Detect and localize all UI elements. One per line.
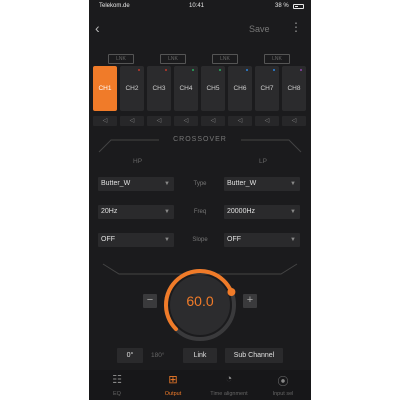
tab-eq[interactable]: ☷ EQ [89,370,145,400]
hp-slope-select[interactable]: OFF ▼ [98,233,174,247]
type-label: Type [193,181,207,187]
speaker-icon[interactable]: ◁ [120,116,144,126]
link-button-3-4[interactable]: LNK [160,54,186,64]
hp-type-select[interactable]: Butter_W ▼ [98,177,174,191]
lp-freq-select[interactable]: 20000Hz ▼ [224,205,300,219]
chevron-down-icon: ▼ [164,209,170,215]
chevron-down-icon: ▼ [290,181,296,187]
clock-icon: ◔ [225,373,233,385]
link-button-5-6[interactable]: LNK [212,54,238,64]
speaker-icon[interactable]: ◁ [174,116,198,126]
decrease-button[interactable]: − [143,294,157,308]
tab-bar: ☷ EQ ⊞ Output ◔ Time alignment ⦿ Input s… [89,370,311,400]
chevron-down-icon: ▼ [290,209,296,215]
status-bar: Telekom.de 10:41 38 % [89,0,311,12]
channel-button-3[interactable]: CH3 [147,66,171,111]
equalizer-icon: ☷ [112,374,122,386]
speaker-icon[interactable]: ◁ [93,116,117,126]
save-button[interactable]: Save [249,24,270,34]
battery-percent: 38 % [275,3,289,9]
channel-color-dot [273,69,275,71]
chevron-down-icon: ▼ [164,181,170,187]
increase-button[interactable]: + [243,294,257,308]
channel-color-dot [219,69,221,71]
phase-0-button[interactable]: 0° [117,348,143,363]
lp-type-select[interactable]: Butter_W ▼ [224,177,300,191]
clock-label: 10:41 [189,3,205,9]
speaker-icon[interactable]: ◁ [255,116,279,126]
speaker-icon[interactable]: ◁ [282,116,306,126]
channel-color-dot [300,69,302,71]
channel-button-1[interactable]: CH1 [93,66,117,111]
speaker-icon[interactable]: ◁ [228,116,252,126]
output-icon: ⊞ [168,374,178,386]
tab-input-sel[interactable]: ⦿ Input sel [255,370,311,400]
tab-time-alignment[interactable]: ◔ Time alignment [201,370,257,400]
channel-color-dot [192,69,194,71]
link-button-1-2[interactable]: LNK [108,54,134,64]
nav-bar: ‹ Save ⋮ [89,18,311,40]
channel-button-6[interactable]: CH6 [228,66,252,111]
input-icon: ⦿ [277,376,289,388]
sub-channel-button[interactable]: Sub Channel [225,348,283,363]
phase-180-button[interactable]: 180° [151,348,164,363]
hp-label: HP [133,158,143,165]
channel-button-7[interactable]: CH7 [255,66,279,111]
slope-label: Slope [192,237,208,243]
channel-button-8[interactable]: CH8 [282,66,306,111]
channel-button-4[interactable]: CH4 [174,66,198,111]
channel-color-dot [138,69,140,71]
speaker-icon[interactable]: ◁ [201,116,225,126]
carrier-label: Telekom.de [99,3,130,9]
lp-slope-select[interactable]: OFF ▼ [224,233,300,247]
chevron-down-icon: ▼ [164,237,170,243]
chevron-down-icon: ▼ [290,237,296,243]
channel-color-dot [246,69,248,71]
channel-color-dot [165,69,167,71]
link-button[interactable]: Link [183,348,217,363]
chevron-left-icon[interactable]: ‹ [95,20,100,36]
crossover-title: CROSSOVER [173,136,227,143]
battery-icon [293,4,304,9]
channel-button-5[interactable]: CH5 [201,66,225,111]
link-button-7-8[interactable]: LNK [264,54,290,64]
freq-label: Freq [193,209,207,215]
more-vertical-icon[interactable]: ⋮ [290,20,302,34]
lp-label: LP [259,158,267,165]
channel-button-2[interactable]: CH2 [120,66,144,111]
tab-output[interactable]: ⊞ Output [145,370,201,400]
knob-value: 60.0 [186,293,214,309]
speaker-icon[interactable]: ◁ [147,116,171,126]
hp-freq-select[interactable]: 20Hz ▼ [98,205,174,219]
phone-screen: Telekom.de 10:41 38 % ‹ Save ⋮ LNK LNK L… [89,0,311,400]
